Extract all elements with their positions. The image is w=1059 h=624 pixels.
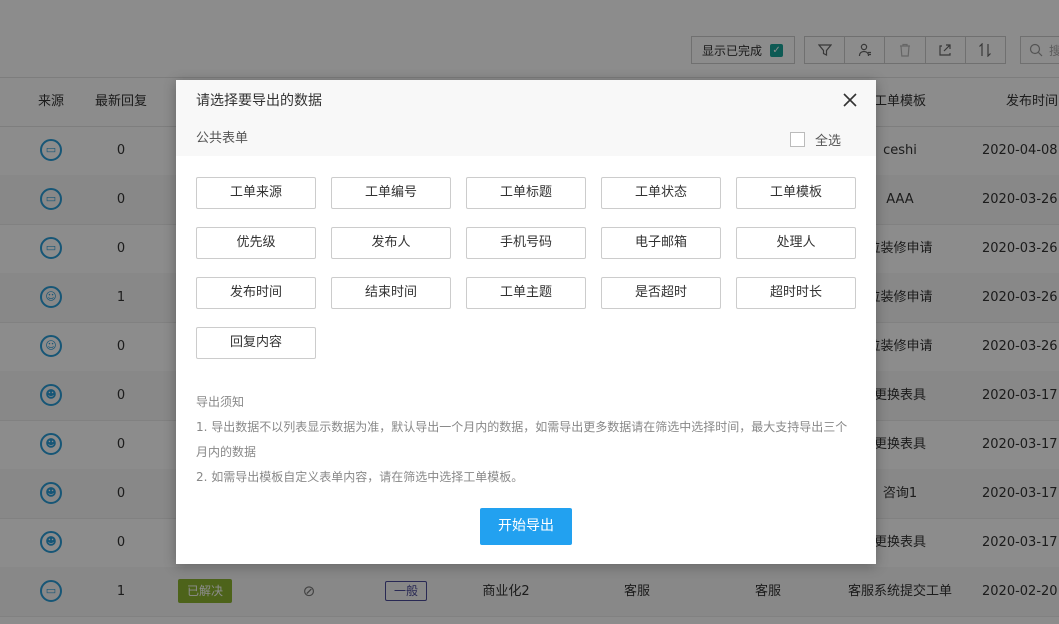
field-option[interactable]: 电子邮箱 bbox=[601, 227, 721, 259]
checkbox-unchecked-icon bbox=[790, 131, 805, 147]
field-option[interactable]: 工单来源 bbox=[196, 177, 316, 209]
export-notes: 导出须知 1. 导出数据不以列表显示数据为准，默认导出一个月内的数据，如需导出更… bbox=[196, 390, 856, 490]
dialog-header: 请选择要导出的数据 bbox=[176, 80, 876, 123]
field-option[interactable]: 发布时间 bbox=[196, 277, 316, 309]
section-header: 公共表单 全选 bbox=[176, 122, 876, 156]
dialog-title: 请选择要导出的数据 bbox=[196, 93, 322, 109]
note-1-line-1: 1. 导出数据不以列表显示数据为准，默认导出一个月内的数据，如需导出更多数据请在… bbox=[196, 420, 848, 434]
export-dialog: 请选择要导出的数据 公共表单 全选 工单来源 工单编号 工单标题 工单状态 工单模板优先… bbox=[176, 80, 876, 564]
field-option[interactable]: 工单状态 bbox=[601, 177, 721, 209]
field-option[interactable]: 工单编号 bbox=[331, 177, 451, 209]
close-icon[interactable] bbox=[840, 90, 860, 110]
note-2: 2. 如需导出模板自定义表单内容，请在筛选中选择工单模板。 bbox=[196, 470, 524, 484]
field-option[interactable]: 工单模板 bbox=[736, 177, 856, 209]
note-1-line-2: 月内的数据 bbox=[196, 445, 257, 459]
notes-title: 导出须知 bbox=[196, 395, 245, 409]
field-option[interactable]: 工单标题 bbox=[466, 177, 586, 209]
field-option[interactable]: 处理人 bbox=[736, 227, 856, 259]
section-title: 公共表单 bbox=[196, 131, 249, 146]
start-export-button[interactable]: 开始导出 bbox=[480, 508, 572, 545]
field-option[interactable]: 结束时间 bbox=[331, 277, 451, 309]
field-option[interactable]: 手机号码 bbox=[466, 227, 586, 259]
select-all-label: 全选 bbox=[815, 133, 842, 149]
field-option[interactable]: 是否超时 bbox=[601, 277, 721, 309]
field-option[interactable]: 优先级 bbox=[196, 227, 316, 259]
field-option[interactable]: 发布人 bbox=[331, 227, 451, 259]
select-all-checkbox[interactable]: 全选 bbox=[790, 122, 841, 156]
field-option[interactable]: 回复内容 bbox=[196, 327, 316, 359]
field-option[interactable]: 超时时长 bbox=[736, 277, 856, 309]
field-option[interactable]: 工单主题 bbox=[466, 277, 586, 309]
